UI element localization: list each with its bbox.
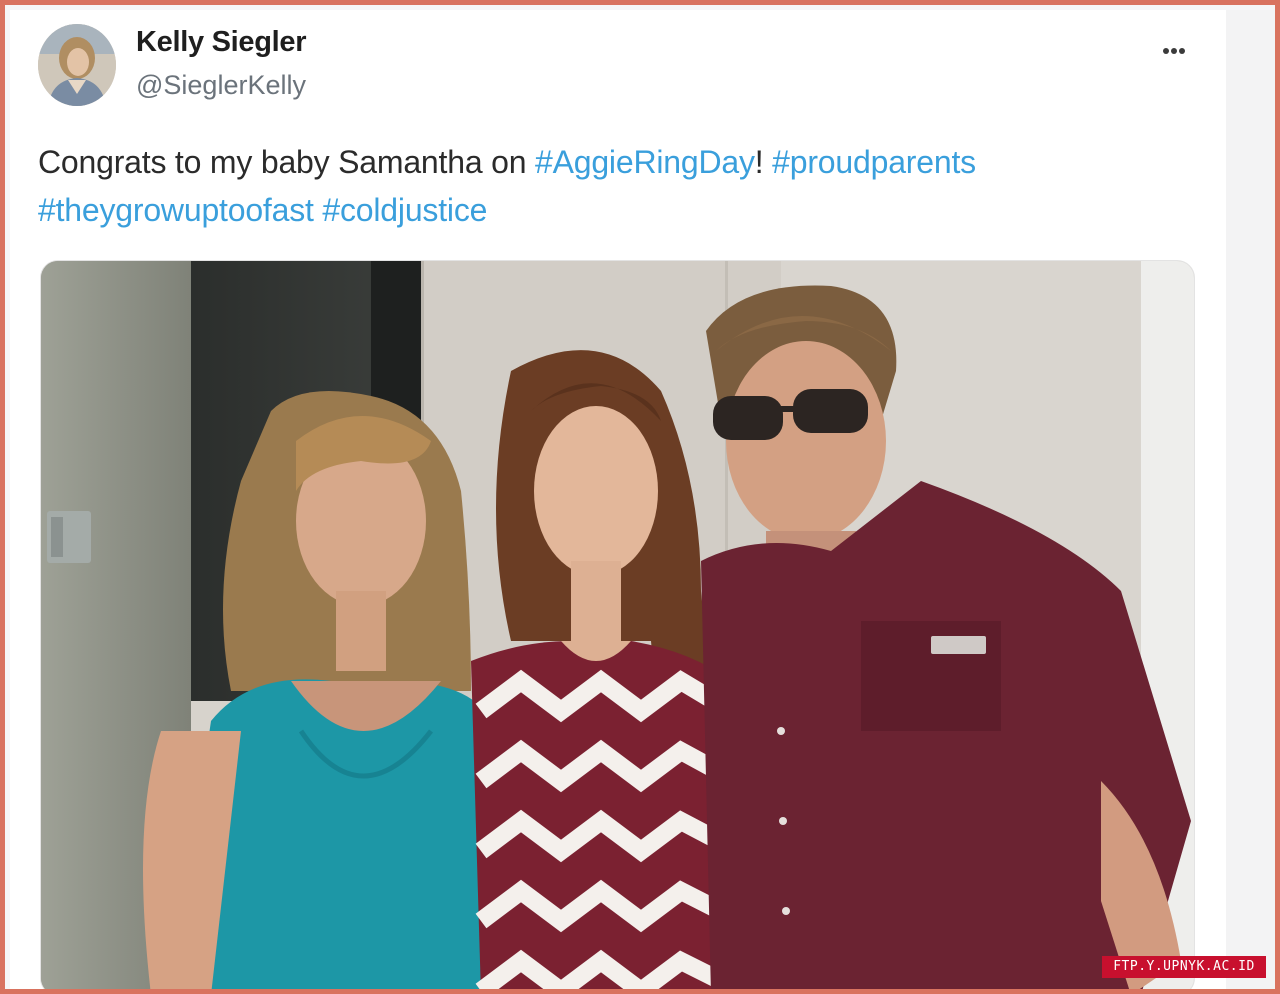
- author-avatar[interactable]: [38, 24, 116, 106]
- tweet-text: Congrats to my baby Samantha on #AggieRi…: [38, 138, 1188, 234]
- author-handle[interactable]: @SieglerKelly: [136, 70, 306, 101]
- hashtag-link[interactable]: #coldjustice: [322, 192, 487, 228]
- tweet-text-part: Congrats to my baby Samantha on: [38, 144, 535, 180]
- watermark-label: FTP.Y.UPNYK.AC.ID: [1102, 956, 1266, 978]
- author-display-name[interactable]: Kelly Siegler: [136, 26, 306, 59]
- more-options-button[interactable]: [1154, 36, 1194, 66]
- tweet-photo[interactable]: [40, 260, 1195, 989]
- more-horizontal-icon: [1163, 48, 1185, 54]
- hashtag-link[interactable]: #proudparents: [772, 144, 976, 180]
- page-margin: [1226, 10, 1275, 989]
- tweet-card: Kelly Siegler @SieglerKelly Congrats to …: [10, 10, 1226, 989]
- photo-three-people: [41, 261, 1194, 989]
- hashtag-link[interactable]: #AggieRingDay: [535, 144, 755, 180]
- hashtag-link[interactable]: #theygrowuptoofast: [38, 192, 314, 228]
- tweet-text-part: !: [754, 144, 773, 180]
- avatar-photo-icon: [38, 24, 116, 106]
- screenshot-frame: Kelly Siegler @SieglerKelly Congrats to …: [0, 0, 1280, 994]
